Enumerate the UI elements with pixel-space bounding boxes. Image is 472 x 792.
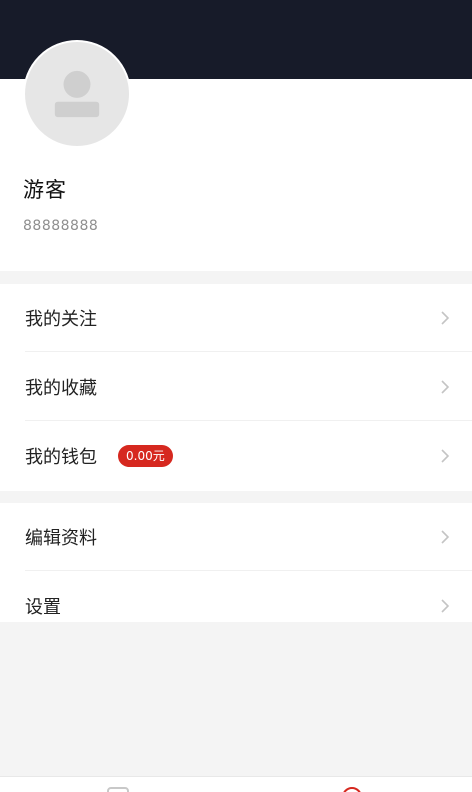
divider: [25, 420, 472, 421]
menu-item-favorites[interactable]: 我的收藏: [0, 353, 472, 421]
menu-item-label: 我的关注: [25, 309, 97, 330]
avatar[interactable]: [23, 40, 131, 148]
bottom-tab-bar: [0, 776, 472, 792]
wallet-balance-badge: 0.00元: [118, 445, 173, 467]
menu-item-label: 我的收藏: [25, 378, 97, 399]
menu-item-label: 设置: [25, 597, 61, 618]
menu-group-settings: 编辑资料 设置: [0, 503, 472, 622]
menu-item-settings[interactable]: 设置: [0, 572, 472, 640]
chevron-right-icon: [440, 529, 450, 545]
menu-group-account: 我的关注 我的收藏 我的钱包 0.00元: [0, 284, 472, 491]
menu-item-following[interactable]: 我的关注: [0, 284, 472, 352]
chevron-right-icon: [440, 310, 450, 326]
chevron-right-icon: [440, 448, 450, 464]
divider: [25, 570, 472, 571]
chevron-right-icon: [440, 379, 450, 395]
username: 游客: [23, 178, 67, 202]
menu-item-label: 我的钱包: [25, 447, 97, 468]
menu-item-edit-profile[interactable]: 编辑资料: [0, 503, 472, 571]
user-placeholder-icon: [54, 70, 100, 118]
me-icon[interactable]: [342, 787, 362, 792]
menu-item-label: 编辑资料: [25, 528, 97, 549]
home-icon[interactable]: [107, 787, 129, 792]
menu-item-wallet[interactable]: 我的钱包 0.00元: [0, 422, 472, 490]
user-id: 88888888: [23, 218, 99, 234]
chevron-right-icon: [440, 598, 450, 614]
divider: [25, 351, 472, 352]
